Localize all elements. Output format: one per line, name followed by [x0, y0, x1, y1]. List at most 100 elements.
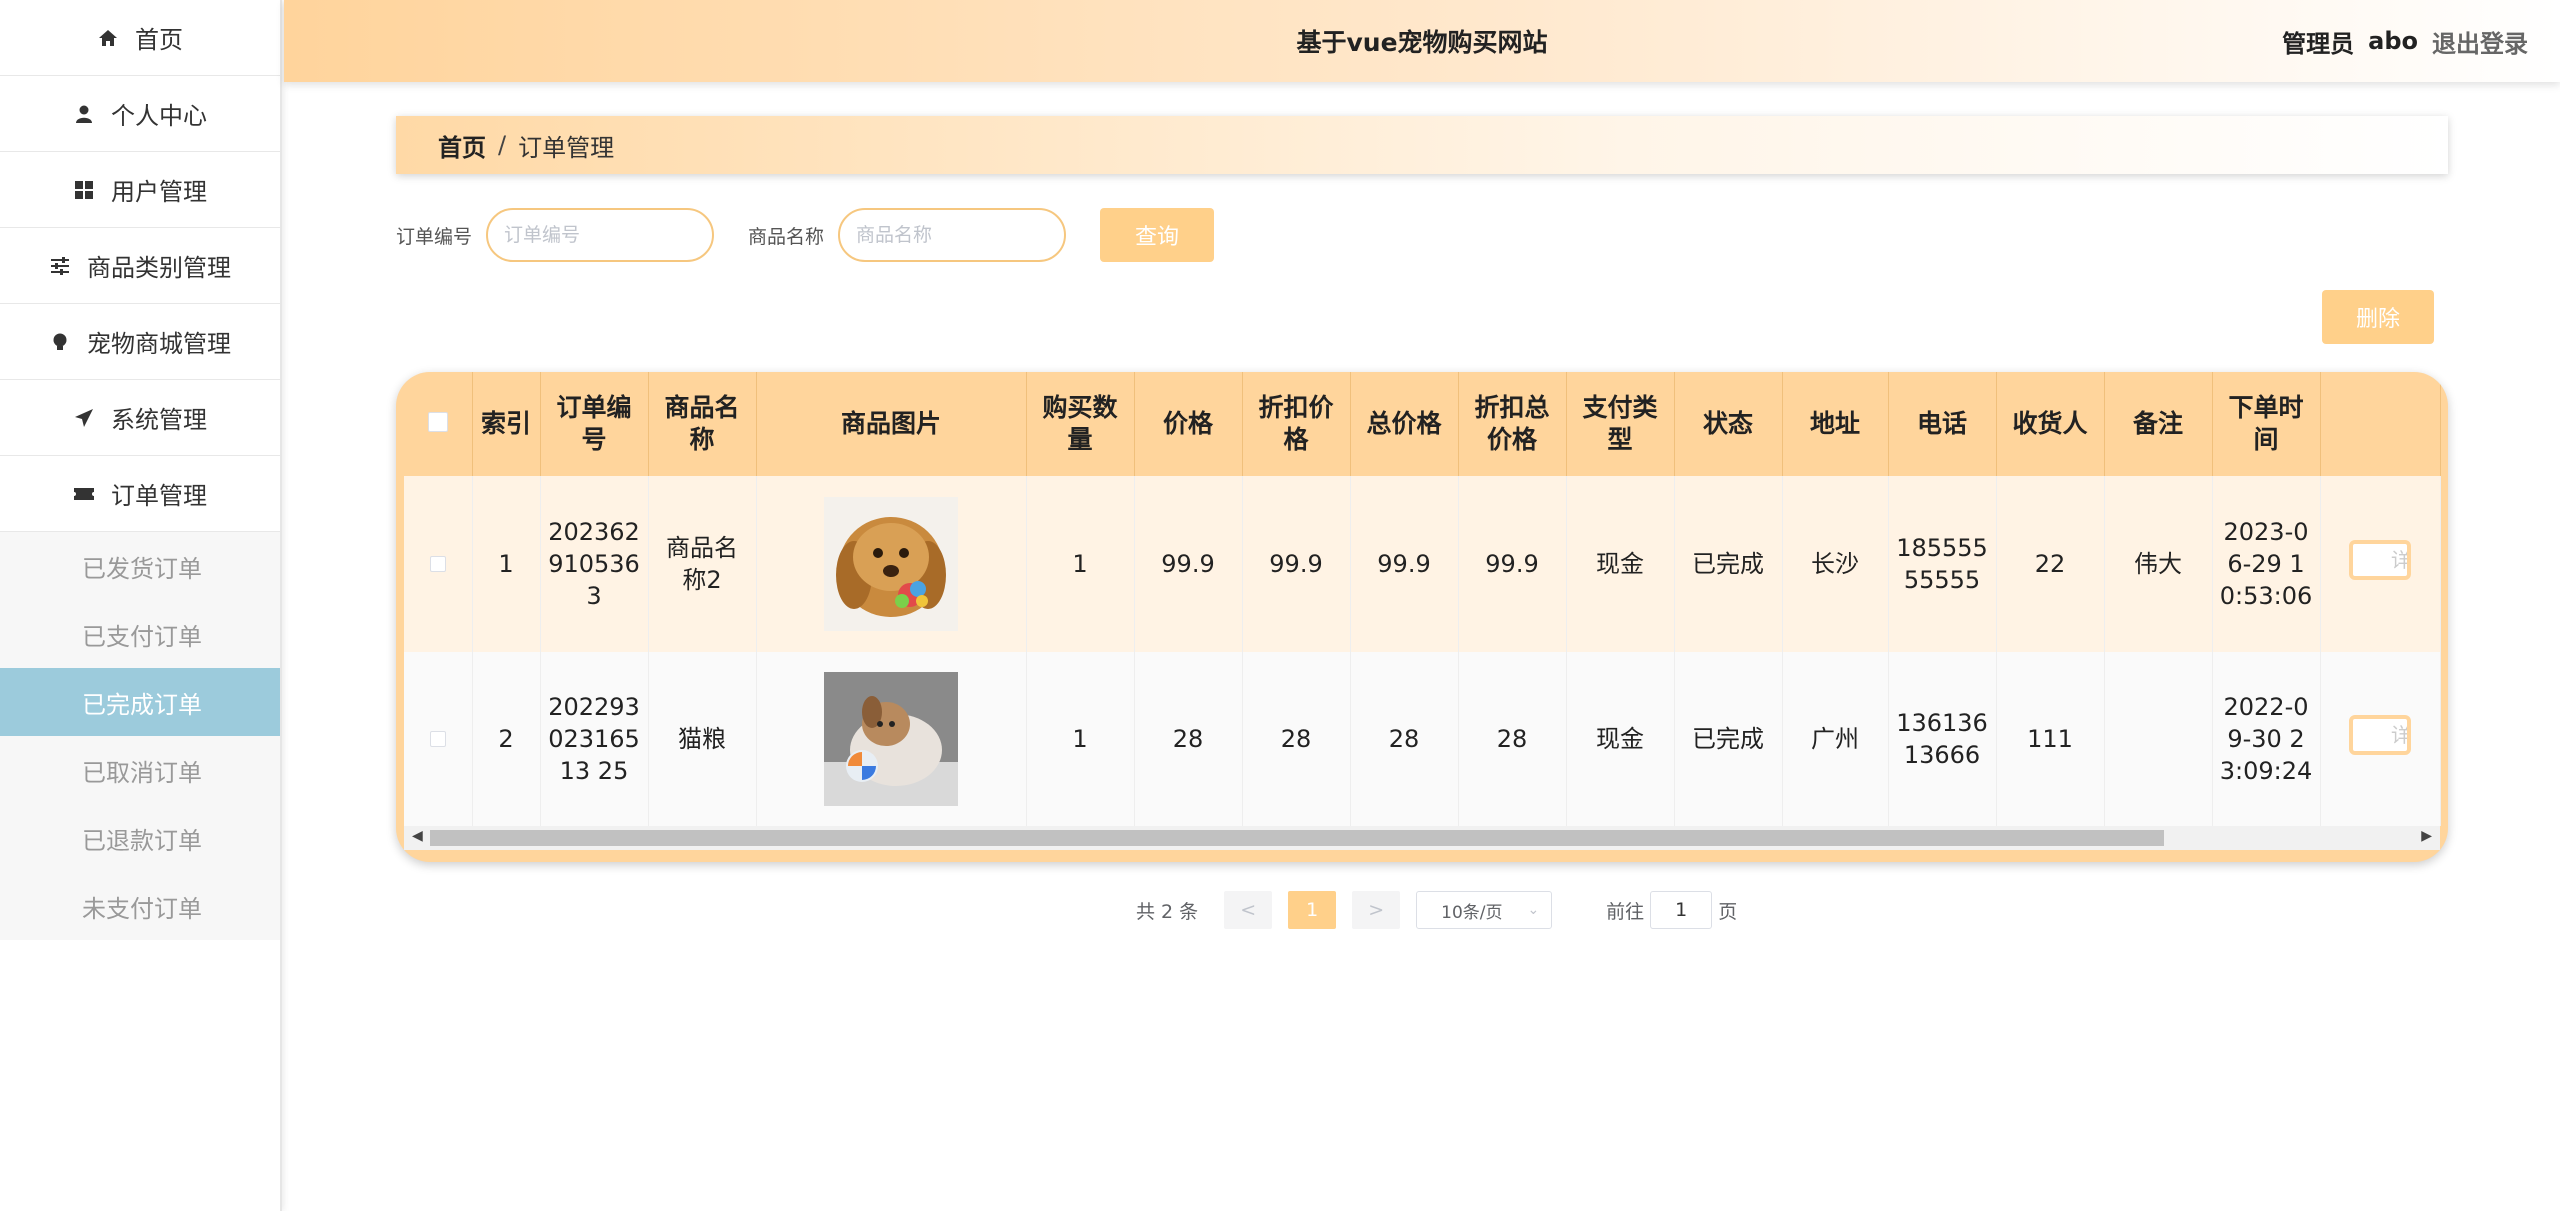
sidebar-item-label: 系统管理 [111, 406, 207, 434]
sidebar-item-home[interactable]: 首页 [0, 0, 280, 76]
cell-qty: 1 [1026, 652, 1135, 826]
sidebar-item-users[interactable]: 用户管理 [0, 152, 280, 228]
cell-qty: 1 [1026, 476, 1135, 652]
breadcrumb: 首页 / 订单管理 [396, 116, 2448, 174]
select-all-checkbox[interactable] [427, 412, 448, 432]
horizontal-scrollbar[interactable]: ◀ ▶ [404, 826, 2440, 850]
column-header: 地址 [1782, 372, 1889, 476]
column-header: 索引 [472, 372, 541, 476]
submenu-paid[interactable]: 已支付订单 [0, 600, 280, 668]
cell-price: 99.9 [1134, 476, 1243, 652]
cell-index: 1 [472, 476, 541, 652]
detail-button[interactable]: 详情 [2349, 540, 2411, 580]
page-suffix: 页 [1718, 900, 1738, 923]
cell-phone: 18555555555 [1888, 476, 1997, 652]
orders-submenu: 已发货订单 已支付订单 已完成订单 已取消订单 已退款订单 未支付订单 [0, 532, 280, 940]
logout-link[interactable]: 退出登录 [2432, 24, 2528, 59]
bulb-icon [49, 331, 71, 353]
home-icon [97, 27, 119, 49]
sidebar-item-profile[interactable]: 个人中心 [0, 76, 280, 152]
cell-status: 已完成 [1674, 652, 1783, 826]
submenu-cancelled[interactable]: 已取消订单 [0, 736, 280, 804]
order-no-label: 订单编号 [396, 225, 473, 248]
cell-actions: 详情 [2320, 476, 2441, 652]
cell-pay-type: 现金 [1566, 476, 1675, 652]
column-header: 支付类型 [1566, 372, 1675, 476]
cell-address: 广州 [1782, 652, 1889, 826]
cell-index: 2 [472, 652, 541, 826]
column-header: 下单时间 [2212, 372, 2321, 476]
page-size-value: 10条/页 [1441, 902, 1503, 923]
cell-status: 已完成 [1674, 476, 1783, 652]
cell-time: 2022-09-30 23:09:24 [2212, 652, 2321, 826]
sidebar-item-categories[interactable]: 商品类别管理 [0, 228, 280, 304]
column-header: 备注 [2104, 372, 2213, 476]
row-checkbox[interactable] [429, 731, 446, 747]
sidebar-item-label: 订单管理 [111, 482, 207, 510]
submenu-shipped[interactable]: 已发货订单 [0, 532, 280, 600]
cell-time: 2023-06-29 10:53:06 [2212, 476, 2321, 652]
cell-pay-type: 现金 [1566, 652, 1675, 826]
cell-price: 28 [1134, 652, 1243, 826]
sidebar-item-label: 用户管理 [111, 178, 207, 206]
goods-name-label: 商品名称 [748, 225, 825, 248]
sidebar-item-system[interactable]: 系统管理 [0, 380, 280, 456]
table-row: 1 202362910536 3 商品名称2 1 99.9 99.9 99.9 … [404, 476, 2441, 652]
sidebar-item-label: 商品类别管理 [87, 254, 231, 282]
page-number-button[interactable]: 1 [1288, 891, 1337, 929]
column-header: 总价格 [1350, 372, 1459, 476]
cell-remark [2104, 652, 2213, 826]
cell-image [756, 476, 1027, 652]
cell-goods-name: 猫粮 [648, 652, 757, 826]
scroll-right-arrow-icon[interactable]: ▶ [2421, 828, 2432, 844]
cell-total: 99.9 [1350, 476, 1459, 652]
user-icon [73, 103, 95, 125]
detail-button[interactable]: 详情 [2349, 715, 2411, 755]
row-checkbox[interactable] [429, 556, 446, 572]
submenu-completed[interactable]: 已完成订单 [0, 668, 280, 736]
column-header: 折扣价格 [1242, 372, 1351, 476]
orders-table: 索引 订单编号 商品名称 商品图片 购买数量 价格 折扣价格 总价格 折扣总价格… [396, 372, 2448, 862]
order-no-input[interactable] [486, 208, 715, 262]
column-header: 商品名称 [648, 372, 757, 476]
scrollbar-thumb[interactable] [430, 830, 2164, 846]
column-header: 收货人 [1996, 372, 2105, 476]
select-all-cell [404, 372, 473, 476]
send-icon [73, 407, 95, 429]
cell-total: 28 [1350, 652, 1459, 826]
prev-page-button[interactable]: < [1224, 891, 1273, 929]
submenu-refunded[interactable]: 已退款订单 [0, 804, 280, 872]
grid-icon [73, 179, 95, 201]
search-bar: 订单编号 商品名称 查询 [396, 208, 1215, 262]
sidebar-item-pet-mall[interactable]: 宠物商城管理 [0, 304, 280, 380]
next-page-button[interactable]: > [1352, 891, 1401, 929]
cell-receiver: 111 [1996, 652, 2105, 826]
site-title: 基于vue宠物购买网站 [1296, 28, 1548, 57]
column-header: 订单编号 [540, 372, 649, 476]
cell-goods-name: 商品名称2 [648, 476, 757, 652]
cell-receiver: 22 [1996, 476, 2105, 652]
query-button[interactable]: 查询 [1100, 208, 1215, 262]
goto-page-input[interactable]: 1 [1650, 891, 1713, 929]
breadcrumb-home[interactable]: 首页 [438, 128, 486, 163]
top-header: 基于vue宠物购买网站 管理员 abo 退出登录 [284, 0, 2560, 82]
actions-header [2320, 372, 2441, 476]
column-header: 商品图片 [756, 372, 1027, 476]
breadcrumb-current: 订单管理 [518, 133, 615, 162]
goods-name-input[interactable] [838, 208, 1067, 262]
delete-button[interactable]: 删除 [2322, 290, 2434, 344]
sidebar-item-label: 个人中心 [111, 102, 207, 130]
column-header: 折扣总价格 [1458, 372, 1567, 476]
sidebar: 首页 个人中心 用户管理 商品类别管理 宠物商城管理 系统管理 订单管理 已发货… [0, 0, 282, 1211]
submenu-unpaid[interactable]: 未支付订单 [0, 872, 280, 940]
page-size-select[interactable]: 10条/页 ⌄ [1416, 891, 1553, 929]
user-role: 管理员 [2282, 29, 2355, 58]
pagination: 共 2 条 < 1 > 10条/页 ⌄ 前往 1 页 [1136, 890, 1737, 930]
column-header: 状态 [1674, 372, 1783, 476]
cell-order-no: 202362910536 3 [540, 476, 649, 652]
chevron-down-icon: ⌄ [1527, 902, 1540, 918]
cell-discount-price: 28 [1242, 652, 1351, 826]
scroll-left-arrow-icon[interactable]: ◀ [412, 828, 423, 844]
cell-phone: 13613613666 [1888, 652, 1997, 826]
sidebar-item-orders[interactable]: 订单管理 [0, 456, 280, 532]
